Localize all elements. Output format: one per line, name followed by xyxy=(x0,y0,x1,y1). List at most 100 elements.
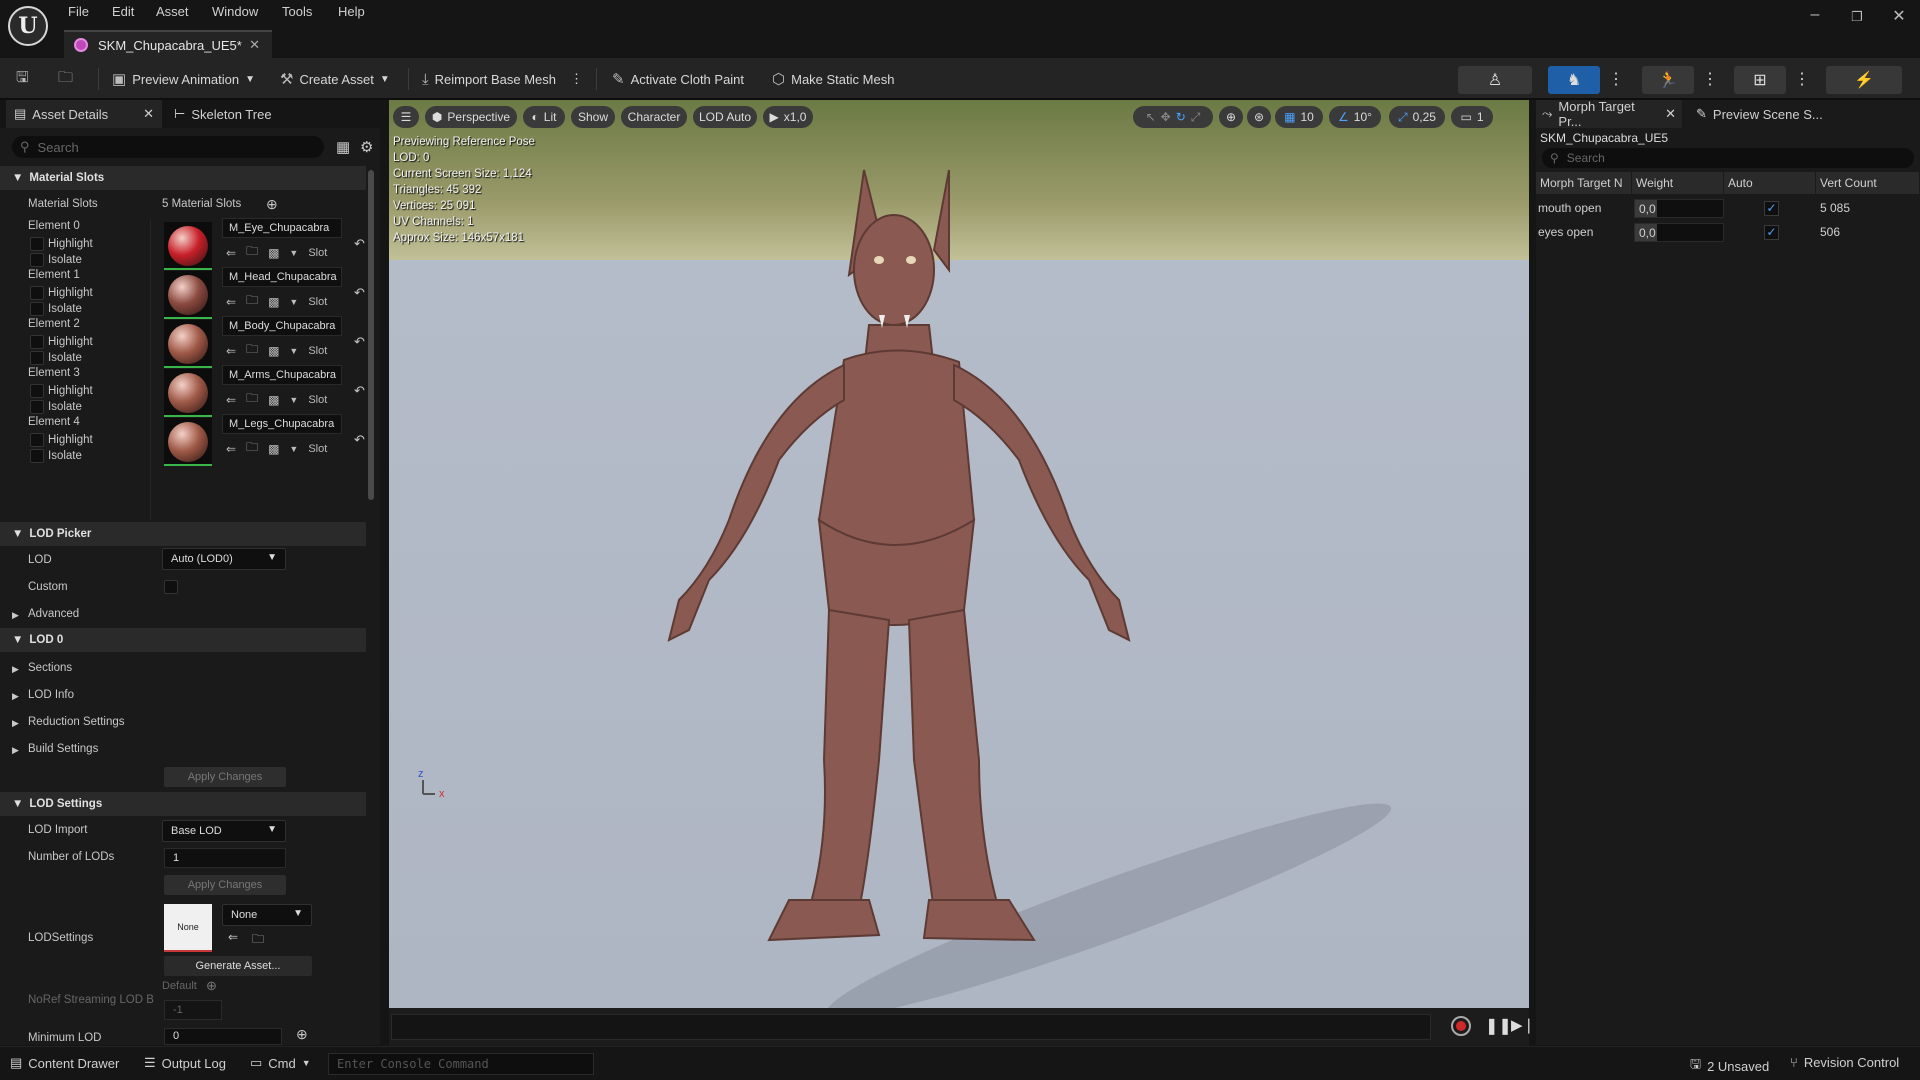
material-options-icon[interactable]: ▩ xyxy=(268,344,279,358)
noref-value-field[interactable]: -1 xyxy=(164,1000,222,1020)
material-options-icon[interactable]: ▩ xyxy=(268,295,279,309)
scale-snap-button[interactable]: ⤢ 0,25 xyxy=(1389,106,1445,128)
material-thumbnail[interactable] xyxy=(164,418,212,466)
lodsettings-thumbnail[interactable]: None xyxy=(164,904,212,952)
save-icon[interactable]: 🖫 xyxy=(16,66,29,92)
details-search-input[interactable]: ⚲ Search xyxy=(12,136,324,158)
make-static-mesh-button[interactable]: ⬡ Make Static Mesh xyxy=(772,66,894,92)
physics-mode-button[interactable]: ⚡ xyxy=(1826,66,1902,94)
lod-dropdown[interactable]: Auto (LOD0) ▼ xyxy=(162,548,286,570)
surface-snap-button[interactable]: ⊛ xyxy=(1247,106,1271,128)
reset-icon[interactable]: ↶ xyxy=(354,285,365,301)
close-details-icon[interactable]: ✕ xyxy=(143,106,154,122)
use-selected-icon[interactable]: ⇐ xyxy=(226,344,236,358)
menu-window[interactable]: Window xyxy=(212,4,258,19)
column-morph-target-name[interactable]: Morph Target N xyxy=(1536,172,1632,194)
tab-asset-details[interactable]: ▤ Asset Details ✕ xyxy=(6,100,162,128)
reset-icon[interactable]: ↶ xyxy=(354,432,365,448)
use-selected-icon[interactable]: ⇐ xyxy=(226,246,236,260)
material-thumbnail[interactable] xyxy=(164,222,212,270)
menu-help[interactable]: Help xyxy=(338,4,365,19)
add-material-slot-icon[interactable]: ⊕ xyxy=(266,196,278,213)
unreal-logo-icon[interactable]: U xyxy=(8,6,48,46)
tab-skeleton-tree[interactable]: ⊢ Skeleton Tree xyxy=(170,100,310,128)
browse-icon[interactable]: 🗀 xyxy=(246,291,258,312)
rotation-snap-button[interactable]: ∠ 10° xyxy=(1329,106,1381,128)
auto-checkbox[interactable]: ✓ xyxy=(1764,201,1779,216)
chevron-down-icon[interactable]: ▼ xyxy=(289,248,298,258)
use-selected-icon[interactable]: ⇐ xyxy=(226,442,236,456)
chevron-down-icon[interactable]: ▼ xyxy=(289,346,298,356)
transform-tools[interactable]: ↖ ✥ ↻ ⤢ xyxy=(1133,106,1213,128)
play-rate-button[interactable]: ▶ x1,0 xyxy=(763,106,813,128)
isolate-checkbox[interactable] xyxy=(30,351,44,365)
material-slots-section[interactable]: ▼ Material Slots xyxy=(0,166,366,190)
material-name-field[interactable]: M_Legs_Chupacabra xyxy=(222,414,342,434)
menu-file[interactable]: File xyxy=(68,4,89,19)
table-view-icon[interactable]: ▦ xyxy=(336,138,350,156)
show-button[interactable]: Show xyxy=(571,106,615,128)
isolate-checkbox[interactable] xyxy=(30,302,44,316)
timeline-track[interactable] xyxy=(391,1014,1431,1040)
close-morph-tab-icon[interactable]: ✕ xyxy=(1665,106,1676,122)
use-selected-icon[interactable]: ⇐ xyxy=(228,930,238,944)
preview-viewport[interactable]: z x ☰ ⬢ Perspective ◐ Lit Show Character L… xyxy=(389,100,1529,1008)
restore-icon[interactable]: ❐ xyxy=(1842,9,1872,25)
material-options-icon[interactable]: ▩ xyxy=(268,393,279,407)
cmd-dropdown[interactable]: ▭ Cmd ▼ xyxy=(250,1055,311,1071)
document-tab[interactable]: SKM_Chupacabra_UE5* ✕ xyxy=(64,30,272,58)
unsaved-button[interactable]: 🖫 2 Unsaved xyxy=(1690,1055,1769,1077)
mesh-mode-options-icon[interactable]: ⋮ xyxy=(1608,66,1624,92)
chevron-down-icon[interactable]: ▼ xyxy=(289,444,298,454)
content-drawer-button[interactable]: ▤ Content Drawer xyxy=(10,1055,119,1071)
grid-snap-button[interactable]: ▦ 10 xyxy=(1275,106,1323,128)
tab-preview-scene[interactable]: ✎ Preview Scene S... xyxy=(1692,100,1842,128)
weight-field[interactable]: 0,0 xyxy=(1634,199,1724,218)
weight-field[interactable]: 0,0 xyxy=(1634,223,1724,242)
auto-checkbox[interactable]: ✓ xyxy=(1764,225,1779,240)
camera-speed-button[interactable]: ▭ 1 xyxy=(1451,106,1493,128)
material-thumbnail[interactable] xyxy=(164,271,212,319)
highlight-checkbox[interactable] xyxy=(30,286,44,300)
material-name-field[interactable]: M_Eye_Chupacabra xyxy=(222,218,342,238)
character-button[interactable]: Character xyxy=(621,106,687,128)
use-selected-icon[interactable]: ⇐ xyxy=(226,295,236,309)
preview-animation-button[interactable]: ▣ Preview Animation ▼ xyxy=(112,66,255,92)
perspective-button[interactable]: ⬢ Perspective xyxy=(425,106,517,128)
lod-settings-section[interactable]: ▼ LOD Settings xyxy=(0,792,366,816)
generate-asset-button[interactable]: Generate Asset... xyxy=(164,956,312,976)
number-of-lods-field[interactable]: 1 xyxy=(164,848,286,868)
use-selected-icon[interactable]: ⇐ xyxy=(226,393,236,407)
viewport-menu-button[interactable]: ☰ xyxy=(393,106,419,128)
apply-changes-button-2[interactable]: Apply Changes xyxy=(164,875,286,895)
blueprint-mode-button[interactable]: ⊞ xyxy=(1734,66,1786,94)
menu-edit[interactable]: Edit xyxy=(112,4,134,19)
column-auto[interactable]: Auto xyxy=(1724,172,1816,194)
material-name-field[interactable]: M_Arms_Chupacabra xyxy=(222,365,342,385)
lod-picker-section[interactable]: ▼ LOD Picker xyxy=(0,522,366,546)
revision-control-button[interactable]: ⑂ Revision Control xyxy=(1790,1055,1899,1070)
settings-gear-icon[interactable]: ⚙ xyxy=(360,138,373,156)
blueprint-options-icon[interactable]: ⋮ xyxy=(1794,66,1810,92)
minimum-lod-field[interactable]: 0 xyxy=(164,1028,282,1045)
animation-mode-button[interactable]: 🏃 xyxy=(1642,66,1694,94)
close-tab-icon[interactable]: ✕ xyxy=(249,37,260,53)
browse-icon[interactable]: 🗀 xyxy=(58,66,73,92)
add-minimum-lod-icon[interactable]: ⊕ xyxy=(296,1026,308,1043)
cloth-paint-button[interactable]: ✎ Activate Cloth Paint xyxy=(612,66,744,92)
material-name-field[interactable]: M_Head_Chupacabra xyxy=(222,267,342,287)
lodsettings-dropdown[interactable]: None ▼ xyxy=(222,904,312,926)
lit-button[interactable]: ◐ Lit xyxy=(523,106,565,128)
material-thumbnail[interactable] xyxy=(164,369,212,417)
custom-checkbox[interactable] xyxy=(164,580,178,594)
world-space-button[interactable]: ⊕ xyxy=(1219,106,1243,128)
menu-asset[interactable]: Asset xyxy=(156,4,189,19)
chevron-down-icon[interactable]: ▼ xyxy=(289,395,298,405)
record-button[interactable] xyxy=(1451,1016,1471,1036)
apply-changes-button[interactable]: Apply Changes xyxy=(164,767,286,787)
console-input[interactable]: Enter Console Command xyxy=(328,1053,594,1075)
reset-icon[interactable]: ↶ xyxy=(354,236,365,252)
chevron-down-icon[interactable]: ▼ xyxy=(289,297,298,307)
browse-icon[interactable]: 🗀 xyxy=(246,340,258,361)
material-name-field[interactable]: M_Body_Chupacabra xyxy=(222,316,342,336)
